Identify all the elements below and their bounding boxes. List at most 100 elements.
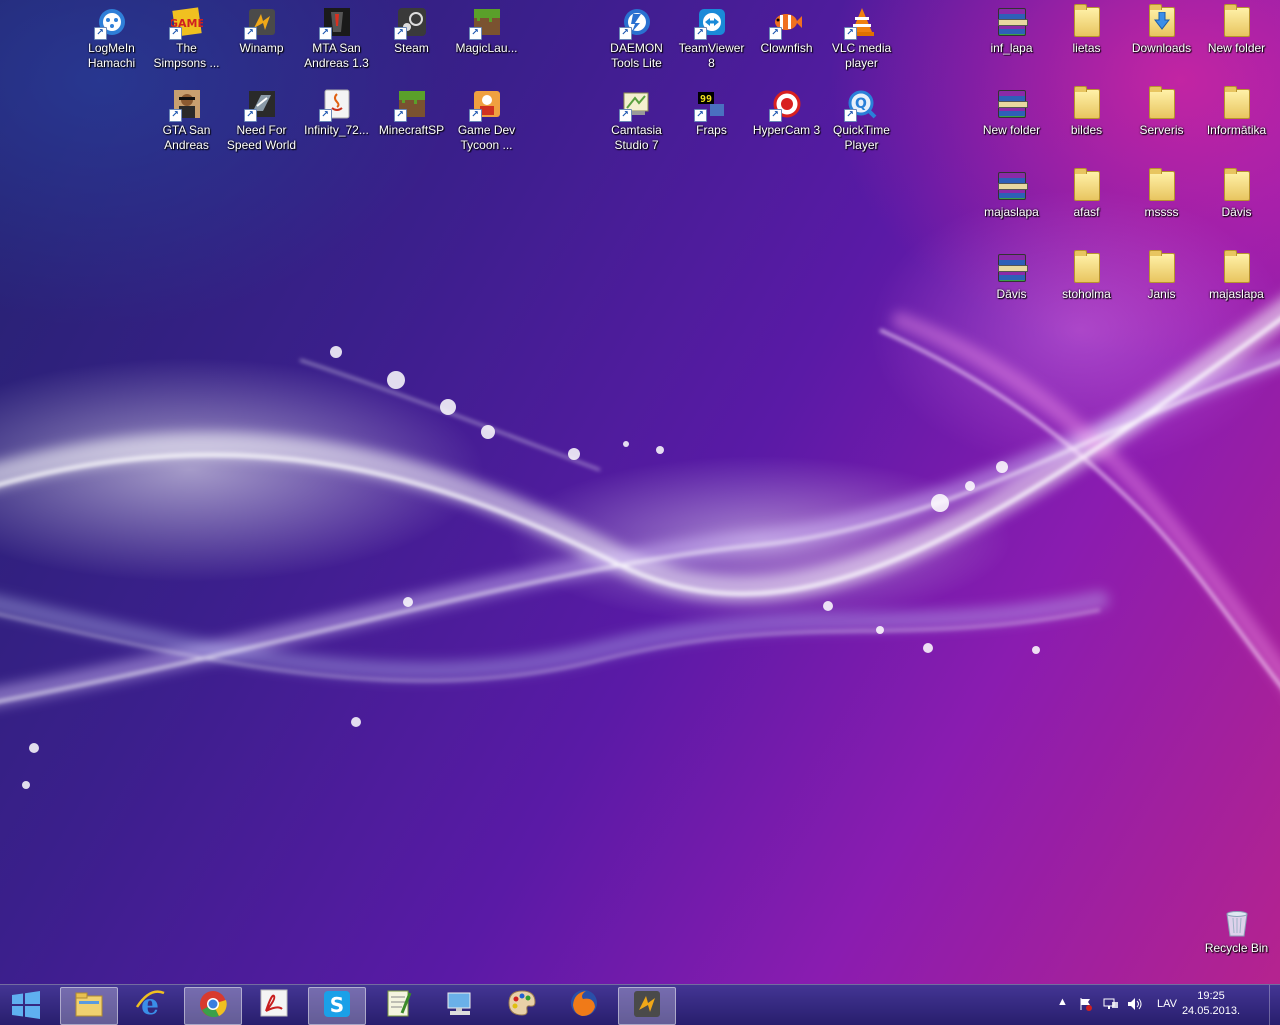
folder-icon [1071, 4, 1103, 38]
desktop-shortcut[interactable]: 99 ↗ Fraps [674, 84, 749, 162]
desktop-shortcut[interactable]: ↗ TeamViewer 8 [674, 2, 749, 80]
desktop-shortcut[interactable]: ↗ MinecraftSP [374, 84, 449, 162]
shortcut-arrow-icon: ↗ [168, 109, 182, 122]
action-center-flag-icon[interactable] [1079, 997, 1093, 1014]
desktop-icon-label: afasf [1073, 205, 1100, 219]
desktop-archive[interactable]: majaslapa [974, 166, 1049, 244]
desktop-shortcut[interactable]: ↗ Need For Speed World [224, 84, 299, 162]
shortcut-arrow-icon: ↗ [318, 109, 332, 122]
shortcut-arrow-icon: ↗ [843, 109, 857, 122]
shortcut-arrow-icon: ↗ [693, 109, 707, 122]
recycle-bin-label: Recycle Bin [1204, 941, 1269, 955]
taskbar-button-firefox[interactable] [556, 987, 612, 1023]
desktop-folder[interactable]: Informātika [1199, 84, 1274, 162]
clownfish-icon: ↗ [768, 6, 803, 40]
desktop-folder[interactable]: stoholma [1049, 248, 1124, 326]
simpsons-game-icon: GAME ↗ [168, 6, 203, 40]
show-hidden-icons-button[interactable]: ▲ [1057, 996, 1068, 1008]
desktop-shortcut[interactable]: ↗ Game Dev Tycoon ... [449, 84, 524, 162]
desktop-archive[interactable]: Dāvis [974, 248, 1049, 326]
shortcut-arrow-icon: ↗ [843, 27, 857, 40]
desktop-icon-label: Downloads [1131, 41, 1192, 55]
desktop-folder[interactable]: Janis [1124, 248, 1199, 326]
taskbar-button-acrobat[interactable] [246, 987, 302, 1023]
desktop-folder[interactable]: bildes [1049, 84, 1124, 162]
input-language-indicator[interactable]: LAV [1157, 998, 1177, 1010]
desktop-icon-label: VLC media player [831, 41, 892, 70]
gta-icon: ↗ [168, 88, 203, 122]
desktop-shortcut[interactable]: ↗ Winamp [224, 2, 299, 80]
folder-icon [1221, 250, 1253, 284]
folder-icon [1146, 86, 1178, 120]
mta-icon: ↗ [318, 6, 353, 40]
taskbar-button-chrome[interactable] [184, 987, 242, 1025]
recycle-bin[interactable]: Recycle Bin [1199, 902, 1274, 980]
desktop-folder[interactable]: Downloads [1124, 2, 1199, 80]
paint-palette-icon [506, 987, 538, 1023]
desktop-folder[interactable]: Dāvis [1199, 166, 1274, 244]
desktop-icon-label: MinecraftSP [378, 123, 445, 137]
taskbar-button-paint[interactable] [494, 987, 550, 1023]
desktop-shortcut[interactable]: ↗ HyperCam 3 [749, 84, 824, 162]
folder-icon [1221, 86, 1253, 120]
shortcut-arrow-icon: ↗ [93, 27, 107, 40]
desktop-shortcut[interactable]: ↗ DAEMON Tools Lite [599, 2, 674, 80]
taskbar[interactable]: e S ▲ LAV 19:25 24.05.2013. [0, 984, 1280, 1025]
desktop-shortcut[interactable]: ↗ Steam [374, 2, 449, 80]
minecraft-grass-icon: ↗ [393, 88, 428, 122]
taskbar-button-winamp[interactable] [618, 987, 676, 1025]
desktop-folder[interactable]: New folder [1199, 2, 1274, 80]
desktop[interactable]: ↗ LogMeIn Hamachi GAME ↗ The Simpsons ... ↗ Wi… [0, 0, 1280, 984]
desktop-icon-label: Camtasia Studio 7 [611, 123, 662, 152]
desktop-shortcut[interactable]: ↗ GTA San Andreas [149, 84, 224, 162]
desktop-shortcut[interactable]: ↗ LogMeIn Hamachi [74, 2, 149, 80]
svg-text:99: 99 [699, 94, 711, 105]
quicktime-icon: Q ↗ [843, 88, 878, 122]
desktop-folder[interactable]: afasf [1049, 166, 1124, 244]
desktop-icon-label: lietas [1072, 41, 1101, 55]
shortcut-arrow-icon: ↗ [768, 27, 782, 40]
shortcut-arrow-icon: ↗ [243, 109, 257, 122]
taskbar-button-notepad-plus[interactable] [370, 987, 426, 1023]
network-icon[interactable] [1103, 997, 1119, 1014]
desktop-shortcut[interactable]: ↗ Infinity_72... [299, 84, 374, 162]
folder-icon [1146, 168, 1178, 202]
desktop-icon-label: Game Dev Tycoon ... [457, 123, 516, 152]
desktop-icon-label: Steam [394, 41, 429, 55]
desktop-icon-label: Fraps [696, 123, 727, 137]
desktop-icon-label: Janis [1147, 287, 1176, 301]
desktop-icon-label: bildes [1070, 123, 1103, 137]
desktop-folder[interactable]: Serveris [1124, 84, 1199, 162]
clock[interactable]: 19:25 24.05.2013. [1176, 989, 1246, 1019]
rar-archive-icon [996, 170, 1028, 202]
nfs-icon: ↗ [243, 88, 278, 122]
desktop-shortcut[interactable]: Q ↗ QuickTime Player [824, 84, 899, 162]
desktop-shortcut[interactable]: ↗ MTA San Andreas 1.3 [299, 2, 374, 80]
taskbar-button-remote-desktop[interactable] [432, 987, 488, 1023]
desktop-folder[interactable]: mssss [1124, 166, 1199, 244]
desktop-archive[interactable]: inf_lapa [974, 2, 1049, 80]
desktop-icon-label: MagicLau... [455, 41, 518, 55]
taskbar-button-file-explorer[interactable] [60, 987, 118, 1025]
desktop-folder[interactable]: majaslapa [1199, 248, 1274, 326]
desktop-shortcut[interactable]: ↗ Camtasia Studio 7 [599, 84, 674, 162]
taskbar-button-skype[interactable]: S [308, 987, 366, 1025]
volume-icon[interactable] [1127, 997, 1143, 1014]
steam-icon: ↗ [393, 6, 428, 40]
taskbar-button-internet-explorer[interactable]: e [122, 987, 178, 1023]
shortcut-arrow-icon: ↗ [768, 109, 782, 122]
desktop-shortcut[interactable]: ↗ Clownfish [749, 2, 824, 80]
camtasia-icon: ↗ [618, 88, 653, 122]
shortcut-arrow-icon: ↗ [468, 27, 482, 40]
show-desktop-button[interactable] [1269, 985, 1280, 1025]
start-button[interactable] [2, 987, 50, 1023]
hypercam-icon: ↗ [768, 88, 803, 122]
java-icon: ↗ [318, 88, 353, 122]
desktop-shortcut[interactable]: GAME ↗ The Simpsons ... [149, 2, 224, 80]
desktop-shortcut[interactable]: ↗ MagicLau... [449, 2, 524, 80]
remote-desktop-icon [444, 987, 476, 1023]
desktop-archive[interactable]: New folder [974, 84, 1049, 162]
desktop-icon-label: Infinity_72... [304, 123, 369, 137]
desktop-shortcut[interactable]: ↗ VLC media player [824, 2, 899, 80]
desktop-folder[interactable]: lietas [1049, 2, 1124, 80]
